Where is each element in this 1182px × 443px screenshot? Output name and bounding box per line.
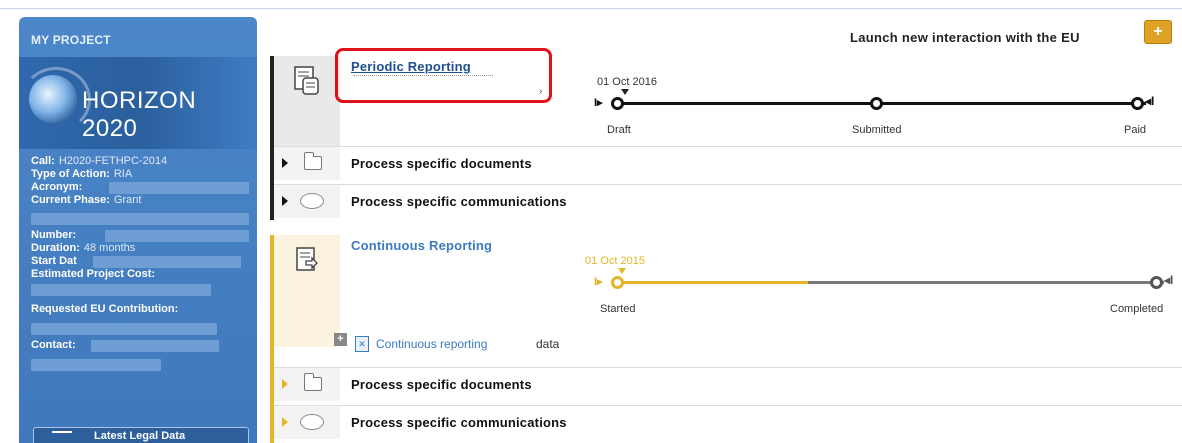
info-value: 48 months [83,242,136,254]
process-documents-row[interactable]: Process specific documents [274,146,1182,180]
info-row-contribution: Requested EU Contribution: [31,303,251,321]
folder-icon [304,373,322,391]
redacted-value [105,230,249,242]
info-key: Call: [31,155,55,167]
folder-icon [304,152,322,170]
continuous-timeline: 01 Oct 2015 I▸ ◂I [585,255,1174,295]
process-communications-row[interactable]: Process specific communications [274,184,1182,218]
process-documents-row[interactable]: Process specific documents [274,367,1182,401]
speech-bubble-icon [300,193,324,209]
page: MY PROJECT HORIZON 2020 Call: H2020-FETHP… [0,0,1182,443]
info-row-phase: Current Phase: Grant [31,194,251,207]
info-row-start: Start Dat [31,255,251,268]
info-value: Grant [113,194,142,206]
add-interaction-button[interactable]: + [1144,20,1172,44]
timeline-end-icon: ◂I [1164,273,1174,287]
expand-plus-icon[interactable]: + [334,333,347,346]
continuous-reporting-data-link[interactable]: Continuous reporting [376,337,487,351]
legal-button-label: Latest Legal Data [94,430,186,442]
redacted-value [31,359,161,371]
info-key: Estimated Project Cost: [31,268,156,280]
latest-legal-data-button[interactable]: Latest Legal Data [33,427,249,443]
highlight-box [335,48,552,103]
info-key: Type of Action: [31,168,110,180]
info-value: RIA [113,168,133,180]
expand-arrow-icon[interactable] [282,417,288,427]
sidebar-title: MY PROJECT [31,33,111,47]
date-marker-icon [618,268,626,274]
info-value: H2020-FETHPC-2014 [58,155,168,167]
expand-arrow-icon[interactable] [282,158,288,168]
globe-icon [29,75,77,123]
process-documents-label: Process specific documents [351,156,532,171]
redacted-value [31,284,211,296]
continuous-data-text: data [536,337,560,351]
periodic-timeline: 01 Oct 2016 I▸ ◂I [594,76,1154,116]
process-communications-label: Process specific communications [351,415,567,430]
info-row-contact-value [31,357,251,375]
step-label-paid: Paid [1124,124,1147,136]
info-row-contribution-value [31,321,251,339]
timeline-progress [616,281,808,284]
launch-interaction-label[interactable]: Launch new interaction with the EU [850,30,1080,45]
info-key: Current Phase: [31,194,110,206]
process-icon-column [274,56,340,146]
timeline-date: 01 Oct 2015 [585,255,645,267]
continuous-report-icon [296,247,318,271]
step-node-started[interactable] [611,276,624,289]
info-row-acronym: Acronym: [31,181,251,194]
info-row-duration: Duration: 48 months [31,242,251,255]
step-node-completed[interactable] [1150,276,1163,289]
info-row-cost: Estimated Project Cost: [31,268,251,281]
continuous-reporting-block: Continuous Reporting 01 Oct 2015 I▸ ◂I S… [270,235,1182,443]
step-label-submitted: Submitted [852,124,902,136]
redacted-value [93,256,241,268]
program-name: HORIZON 2020 [82,87,197,142]
project-info: Call: H2020-FETHPC-2014 Type of Action: RI… [31,155,251,375]
process-documents-label: Process specific documents [351,377,532,392]
step-label-draft: Draft [607,124,631,136]
date-marker-icon [621,89,629,95]
info-row-type: Type of Action: RIA [31,168,251,181]
redacted-value [31,323,217,335]
continuous-reporting-link[interactable]: Continuous Reporting [351,238,492,253]
report-document-icon [294,66,319,95]
info-row-spacer [31,207,251,229]
redacted-value [91,340,219,352]
timeline-start-icon: I▸ [594,276,603,288]
info-row-number: Number: [31,229,251,242]
step-label-completed: Completed [1110,303,1164,315]
redacted-value [109,182,249,194]
process-communications-label: Process specific communications [351,194,567,209]
data-form-icon: ✕ [355,336,369,352]
timeline-end-icon: ◂I [1145,94,1155,108]
info-row-cost-value [31,281,251,299]
info-key: Acronym: [31,181,83,193]
horizon-banner: HORIZON 2020 [19,57,257,149]
info-key: Number: [31,229,77,241]
top-border [0,0,1182,9]
step-node-draft[interactable] [611,97,624,110]
timeline-start-icon: I▸ [594,97,603,109]
speech-bubble-icon [300,414,324,430]
process-communications-row[interactable]: Process specific communications [274,405,1182,439]
step-label-started: Started [600,303,636,315]
info-key: Contact: [31,339,76,351]
info-key: Start Dat [31,255,77,267]
step-node-paid[interactable] [1131,97,1144,110]
info-key: Duration: [31,242,80,254]
process-icon-column [274,235,340,347]
expand-arrow-icon[interactable] [282,379,288,389]
legal-icon [52,431,72,440]
info-key: Requested EU Contribution: [31,303,179,315]
info-row-contact: Contact: [31,339,251,357]
step-node-submitted[interactable] [870,97,883,110]
redacted-value [31,213,249,225]
timeline-date: 01 Oct 2016 [597,76,657,88]
expand-arrow-icon[interactable] [282,196,288,206]
info-row-call: Call: H2020-FETHPC-2014 [31,155,251,168]
project-sidebar: MY PROJECT HORIZON 2020 Call: H2020-FETHP… [19,17,257,443]
